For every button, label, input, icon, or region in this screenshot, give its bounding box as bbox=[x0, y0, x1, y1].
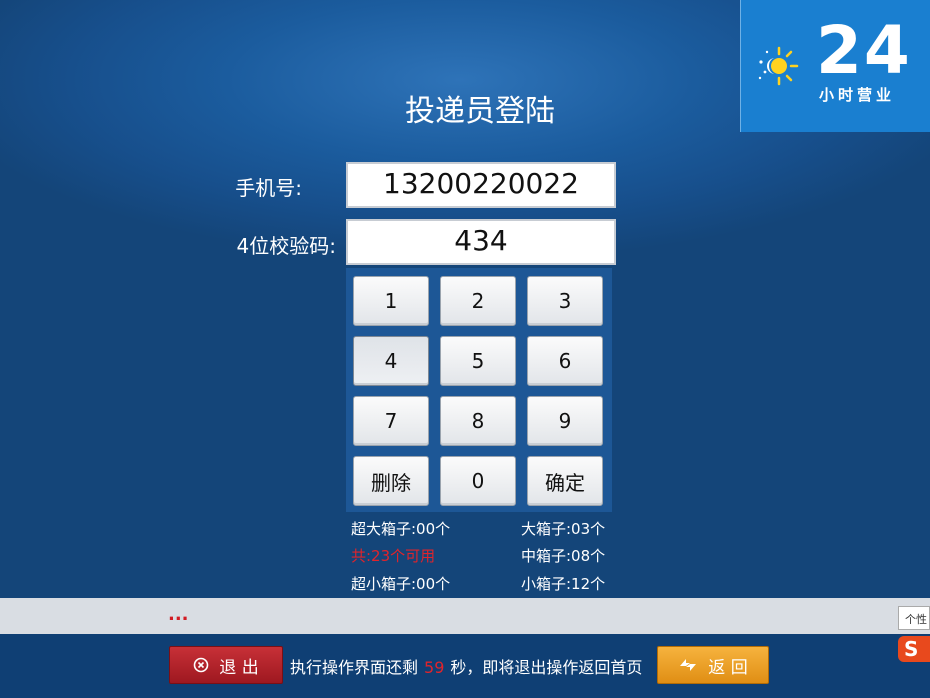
key-8[interactable]: 8 bbox=[440, 396, 516, 446]
exit-label: 退 出 bbox=[219, 657, 259, 678]
code-label: 4位校验码: bbox=[236, 234, 336, 258]
countdown-seconds: 59 bbox=[424, 658, 445, 677]
phone-label: 手机号: bbox=[235, 176, 302, 200]
medium-box-count: 中箱子:08个 bbox=[521, 547, 606, 565]
logo-number: 24 bbox=[816, 12, 912, 89]
code-input[interactable]: 434 bbox=[346, 219, 616, 265]
ime-tooltip: 个性 bbox=[898, 606, 930, 630]
ime-badge-icon[interactable]: S bbox=[898, 636, 930, 662]
delete-button[interactable]: 删除 bbox=[353, 456, 429, 506]
sun-moon-icon bbox=[758, 46, 799, 86]
back-button[interactable]: 返 回 bbox=[657, 646, 769, 684]
countdown-prefix: 执行操作界面还剩 bbox=[290, 658, 419, 677]
key-7[interactable]: 7 bbox=[353, 396, 429, 446]
xs-box-count: 超小箱子:00个 bbox=[351, 575, 451, 593]
countdown-text: 执行操作界面还剩 59 秒，即将退出操作返回首页 bbox=[290, 654, 642, 678]
total-available: 共:23个可用 bbox=[351, 547, 436, 565]
loading-indicator: ... bbox=[168, 604, 189, 625]
close-circle-icon bbox=[193, 657, 209, 673]
large-box-count: 大箱子:03个 bbox=[521, 520, 606, 538]
key-5[interactable]: 5 bbox=[440, 336, 516, 386]
exit-button[interactable]: 退 出 bbox=[169, 646, 283, 684]
key-4[interactable]: 4 bbox=[353, 336, 429, 386]
numeric-keypad: 1 2 3 4 5 6 7 8 9 删除 0 确定 bbox=[346, 268, 612, 512]
return-arrows-icon bbox=[680, 659, 697, 671]
key-0[interactable]: 0 bbox=[440, 456, 516, 506]
countdown-suffix: 秒，即将退出操作返回首页 bbox=[450, 658, 643, 677]
page-title: 投递员登陆 bbox=[405, 94, 555, 129]
confirm-button[interactable]: 确定 bbox=[527, 456, 603, 506]
small-box-count: 小箱子:12个 bbox=[521, 575, 606, 593]
key-3[interactable]: 3 bbox=[527, 276, 603, 326]
key-9[interactable]: 9 bbox=[527, 396, 603, 446]
key-6[interactable]: 6 bbox=[527, 336, 603, 386]
key-1[interactable]: 1 bbox=[353, 276, 429, 326]
phone-input[interactable]: 13200220022 bbox=[346, 162, 616, 208]
status-bar: ... bbox=[0, 598, 930, 634]
key-2[interactable]: 2 bbox=[440, 276, 516, 326]
xl-box-count: 超大箱子:00个 bbox=[351, 520, 451, 538]
back-label: 返 回 bbox=[708, 657, 748, 678]
